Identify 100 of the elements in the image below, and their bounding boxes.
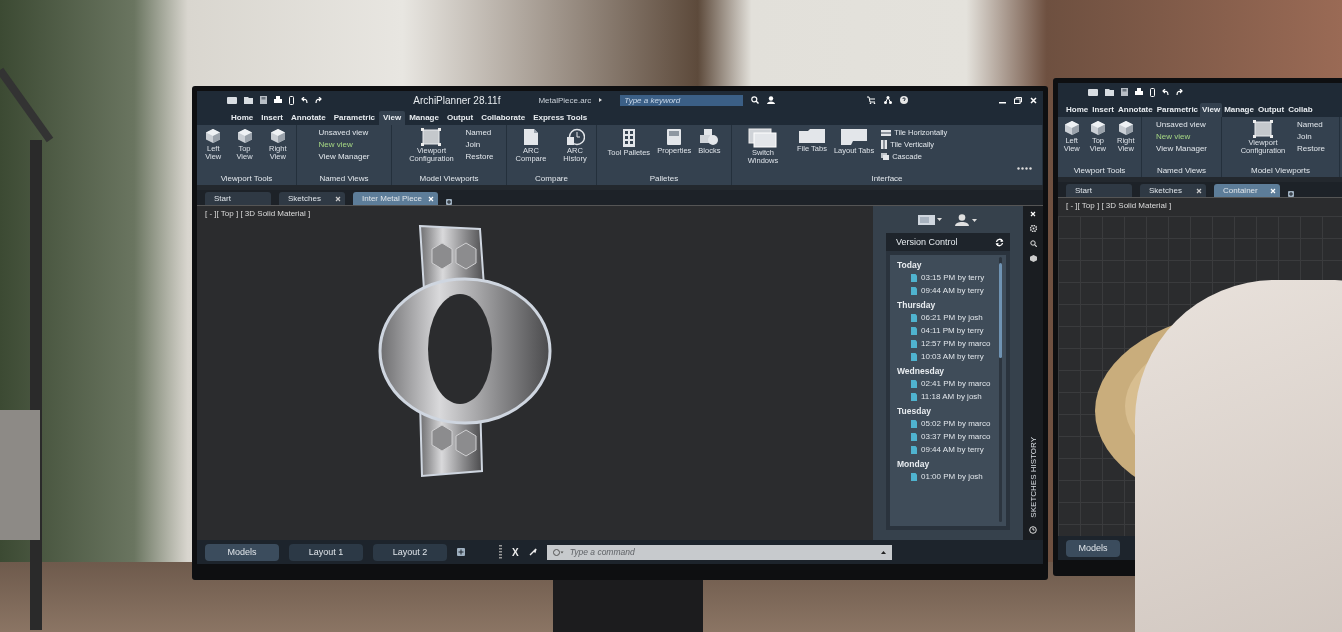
wrench-icon[interactable] (528, 548, 537, 556)
version-entry[interactable]: 05:02 PM by marco (897, 417, 997, 430)
grip-icon (499, 545, 502, 559)
version-entry[interactable]: 01:00 PM by josh (897, 470, 997, 483)
ribbon-link[interactable]: Join (465, 140, 494, 149)
version-entry[interactable]: 12:57 PM by marco (897, 337, 997, 350)
group-label: Compare (534, 174, 569, 183)
version-entry[interactable]: 02:41 PM by marco (897, 377, 997, 390)
cube-icon[interactable] (1029, 255, 1037, 262)
menu-tab[interactable]: Collaborate (477, 111, 530, 125)
more-icon[interactable] (1017, 167, 1032, 170)
save-icon[interactable] (260, 96, 267, 104)
ribbon-link[interactable]: Join (1297, 132, 1325, 141)
redo-icon[interactable] (315, 97, 322, 103)
undo-icon[interactable] (301, 97, 308, 103)
document-tab[interactable]: Container (1214, 184, 1280, 197)
user-icon[interactable] (767, 96, 776, 104)
version-entry[interactable]: 10:03 AM by terry (897, 350, 997, 363)
group-label: Model Viewports (418, 174, 480, 183)
menu-tab[interactable]: Manage (405, 111, 443, 125)
cube-icon (269, 128, 286, 144)
ribbon-link[interactable]: Unsaved view (1156, 120, 1207, 129)
command-input[interactable]: Type a command (569, 547, 875, 557)
network-icon[interactable] (883, 96, 892, 104)
version-entry[interactable]: 04:11 PM by terry (897, 324, 997, 337)
settings-icon[interactable] (1029, 225, 1037, 232)
layout-tab[interactable]: Models (205, 543, 279, 561)
search-icon[interactable] (751, 96, 760, 104)
close-icon[interactable] (335, 195, 341, 202)
folder-icon[interactable] (1105, 88, 1114, 96)
menu-tab[interactable]: Home (227, 111, 258, 125)
print-icon[interactable] (274, 96, 282, 104)
layout-tab[interactable]: Layout 1 (289, 543, 363, 561)
phone-icon[interactable] (289, 95, 294, 105)
restore-icon[interactable] (1014, 96, 1022, 104)
add-tab-icon[interactable] (446, 199, 453, 205)
help-icon[interactable] (899, 96, 908, 104)
refresh-icon[interactable] (995, 237, 1004, 247)
ribbon-link[interactable]: New view (318, 140, 370, 149)
document-tab[interactable]: Sketches (1140, 184, 1206, 197)
layout-tab[interactable]: Layout 2 (373, 543, 447, 561)
menu-tab[interactable]: Output (1255, 103, 1287, 117)
grid-icon (621, 128, 636, 148)
history-icon[interactable] (1029, 526, 1037, 534)
menu-tab[interactable]: Annotate (287, 111, 330, 125)
menu-tab[interactable]: Output (442, 111, 478, 125)
file-icon[interactable] (227, 96, 237, 104)
ribbon-link[interactable]: Restore (1297, 144, 1325, 153)
ribbon-link[interactable]: New view (1156, 132, 1207, 141)
prompt-icon[interactable] (552, 548, 564, 556)
menu-tab[interactable]: Manage (1222, 103, 1256, 117)
menu-tab[interactable]: Parametric (1154, 103, 1201, 117)
version-entry[interactable]: 11:18 AM by josh (897, 390, 997, 403)
folder-icon[interactable] (244, 96, 253, 104)
ribbon-link[interactable]: View Manager (318, 152, 370, 161)
layout-dropdown-icon[interactable] (918, 215, 942, 225)
menu-tab[interactable]: Collab (1286, 103, 1315, 117)
add-tab-icon[interactable] (1288, 191, 1294, 197)
cube-icon (236, 128, 253, 144)
search-field[interactable]: Type a keyword (620, 94, 744, 106)
ribbon-link[interactable]: Named (465, 128, 494, 137)
ribbon-link[interactable]: Restore (465, 152, 494, 161)
menu-tab[interactable]: Insert (257, 111, 288, 125)
redo-icon[interactable] (1176, 89, 1183, 95)
menu-tab[interactable]: View (1200, 103, 1223, 117)
menu-tab[interactable]: Insert (1090, 103, 1117, 117)
version-entry[interactable]: 03:37 PM by marco (897, 430, 997, 443)
save-icon[interactable] (1121, 88, 1128, 96)
close-icon[interactable] (1196, 187, 1202, 194)
document-tab[interactable]: Start (205, 192, 271, 205)
document-tab[interactable]: Inter Metal Piece (353, 192, 439, 205)
menu-tab[interactable]: Annotate (1116, 103, 1155, 117)
scrollbar-thumb[interactable] (999, 263, 1002, 358)
undo-icon[interactable] (1162, 89, 1169, 95)
version-entry[interactable]: 03:15 PM by terry (897, 271, 997, 284)
panel-title: Version Control (896, 237, 958, 247)
version-entry[interactable]: 09:44 AM by terry (897, 443, 997, 456)
menu-tab[interactable]: View (379, 111, 406, 125)
version-entry[interactable]: 09:44 AM by terry (897, 284, 997, 297)
ribbon-link[interactable]: Named (1297, 120, 1325, 129)
cart-icon[interactable] (866, 96, 876, 104)
close-command-button[interactable]: X (512, 546, 519, 558)
menu-tab[interactable]: Home (1064, 103, 1091, 117)
print-icon[interactable] (1135, 88, 1143, 96)
search-icon[interactable] (1029, 240, 1037, 247)
user-dropdown-icon[interactable] (954, 214, 978, 226)
command-field[interactable]: Type a command (546, 544, 892, 560)
menu-tab[interactable]: Parametric (329, 111, 380, 125)
document-tab[interactable]: Start (1066, 184, 1132, 197)
document-tab[interactable]: Sketches (279, 192, 345, 205)
version-entry[interactable]: 06:21 PM by josh (897, 311, 997, 324)
phone-icon[interactable] (1150, 87, 1155, 97)
document-icon (523, 128, 540, 146)
add-layout-icon[interactable] (457, 548, 465, 556)
ribbon-link[interactable]: Unsaved view (318, 128, 370, 137)
layout-tab[interactable]: Models (1066, 539, 1120, 557)
ribbon-link[interactable]: View Manager (1156, 144, 1207, 153)
file-icon[interactable] (1088, 88, 1098, 96)
menu-tab[interactable]: Express Tools (529, 111, 592, 125)
group-label: Named Views (318, 174, 370, 183)
